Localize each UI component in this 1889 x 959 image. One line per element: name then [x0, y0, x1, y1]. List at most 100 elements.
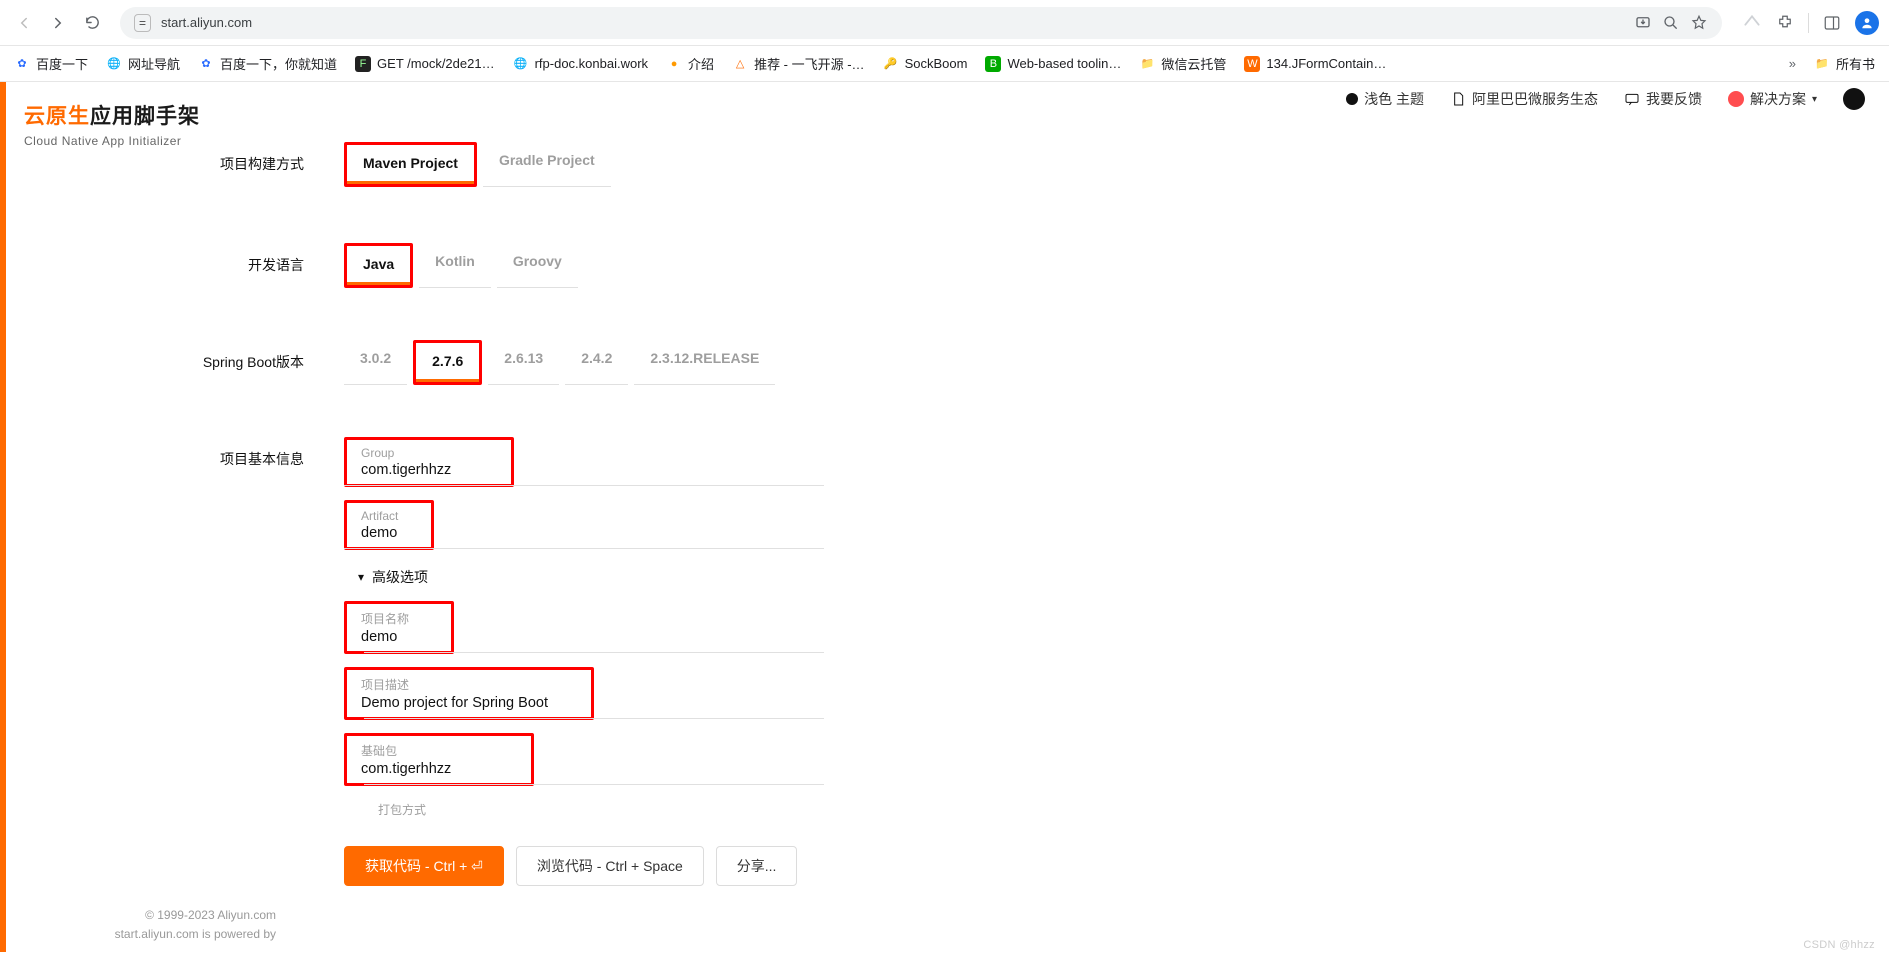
page: 云原生应用脚手架 Cloud Native App Initializer © …: [0, 82, 1889, 952]
toolbar-divider: [1808, 13, 1809, 33]
box-icon: W: [1244, 56, 1260, 72]
footer-note: © 1999-2023 Aliyun.com start.aliyun.com …: [24, 906, 276, 944]
bookmark-item[interactable]: △推荐 - 一飞开源 -…: [732, 54, 865, 73]
site-settings-icon[interactable]: =: [134, 14, 151, 32]
brand-title: 云原生应用脚手架: [24, 100, 276, 130]
bookmark-item[interactable]: ✿百度一下，你就知道: [198, 54, 337, 73]
input-underline: [364, 718, 824, 719]
tab-gradle[interactable]: Gradle Project: [483, 142, 611, 187]
key-icon: 🔑: [883, 56, 899, 72]
label-build: 项目构建方式: [184, 142, 304, 174]
tab-kotlin[interactable]: Kotlin: [419, 243, 491, 288]
omnibox-actions: [1634, 14, 1712, 32]
input-project-desc[interactable]: 项目描述 Demo project for Spring Boot: [347, 670, 591, 717]
theme-toggle[interactable]: 浅色 主题: [1346, 89, 1424, 109]
bookmark-item[interactable]: 📁微信云托管: [1139, 54, 1226, 73]
toolbar-right: [1736, 11, 1879, 35]
bookmarks-overflow-icon[interactable]: »: [1789, 56, 1796, 71]
paw-icon: ✿: [14, 56, 30, 72]
github-icon[interactable]: [1843, 88, 1865, 110]
bookmark-item[interactable]: BWeb-based toolin…: [985, 56, 1121, 72]
address-bar[interactable]: = start.aliyun.com: [120, 7, 1722, 39]
copyright-text: © 1999-2023 Aliyun.com: [24, 906, 276, 925]
tab-sb-2613[interactable]: 2.6.13: [488, 340, 559, 385]
label-language: 开发语言: [184, 243, 304, 275]
extensions-icon[interactable]: [1776, 14, 1794, 32]
file-icon: [1450, 91, 1466, 107]
folder-icon: 📁: [1139, 56, 1155, 72]
globe-icon: 🌐: [513, 56, 529, 72]
triangle-icon: △: [732, 56, 748, 72]
install-app-icon[interactable]: [1634, 14, 1652, 32]
highlight-project-name: 项目名称 demo: [344, 601, 454, 654]
input-base-pkg[interactable]: 基础包 com.tigerhhzz: [347, 736, 531, 783]
form: 项目构建方式 Maven Project Gradle Project 开发语言…: [324, 82, 1184, 890]
input-project-name[interactable]: 项目名称 demo: [347, 604, 451, 651]
vpn-icon[interactable]: [1742, 13, 1762, 33]
bookmark-item[interactable]: FGET /mock/2de21…: [355, 56, 495, 72]
tab-sb-2312[interactable]: 2.3.12.RELEASE: [634, 340, 775, 385]
input-underline: [344, 548, 824, 549]
input-group[interactable]: Group com.tigerhhzz: [347, 440, 511, 484]
button-bar: 获取代码 - Ctrl + ⏎ 浏览代码 - Ctrl + Space 分享..…: [344, 846, 797, 886]
bookmarks-bar: ✿百度一下 🌐网址导航 ✿百度一下，你就知道 FGET /mock/2de21……: [0, 46, 1889, 82]
tab-groovy[interactable]: Groovy: [497, 243, 578, 288]
chat-icon: [1624, 91, 1640, 107]
input-underline: [364, 784, 824, 785]
tab-sb-302[interactable]: 3.0.2: [344, 340, 407, 385]
b-icon: B: [985, 56, 1001, 72]
all-bookmarks[interactable]: 📁所有书: [1814, 54, 1875, 73]
tab-sb-276[interactable]: 2.7.6: [416, 343, 479, 382]
bookmark-star-icon[interactable]: [1690, 14, 1708, 32]
highlight-java: Java: [344, 243, 413, 288]
input-packaging[interactable]: 打包方式: [364, 795, 824, 820]
browser-toolbar: = start.aliyun.com: [0, 0, 1889, 46]
input-artifact[interactable]: Artifact demo: [347, 503, 431, 547]
get-code-button[interactable]: 获取代码 - Ctrl + ⏎: [344, 846, 504, 886]
url-text: start.aliyun.com: [161, 15, 252, 30]
bookmark-item[interactable]: ●介绍: [666, 54, 714, 73]
bookmark-item[interactable]: 🌐网址导航: [106, 54, 180, 73]
highlight-group: Group com.tigerhhzz: [344, 437, 514, 487]
nav-feedback[interactable]: 我要反馈: [1624, 89, 1702, 109]
input-underline: [364, 652, 824, 653]
bookmark-item[interactable]: ✿百度一下: [14, 54, 88, 73]
highlight-project-desc: 项目描述 Demo project for Spring Boot: [344, 667, 594, 720]
browse-code-button[interactable]: 浏览代码 - Ctrl + Space: [516, 846, 704, 886]
top-nav: 浅色 主题 阿里巴巴微服务生态 我要反馈 解决方案▾: [1346, 88, 1865, 110]
highlight-maven: Maven Project: [344, 142, 477, 187]
bookmark-item[interactable]: W134.JFormContain…: [1244, 56, 1386, 72]
tab-maven[interactable]: Maven Project: [347, 145, 474, 184]
leaf-icon: ●: [666, 56, 682, 72]
watermark: CSDN @hhzz: [1803, 939, 1875, 951]
advanced-toggle[interactable]: ▾ 高级选项: [344, 553, 442, 601]
input-underline: [344, 485, 824, 486]
forward-button[interactable]: [44, 9, 72, 37]
bookmark-item[interactable]: 🔑SockBoom: [883, 56, 968, 72]
highlight-276: 2.7.6: [413, 340, 482, 385]
theme-dot-icon: [1346, 93, 1358, 105]
side-panel-icon[interactable]: [1823, 14, 1841, 32]
reload-button[interactable]: [78, 9, 106, 37]
nav-solution[interactable]: 解决方案▾: [1728, 89, 1817, 109]
nav-eco[interactable]: 阿里巴巴微服务生态: [1450, 89, 1598, 109]
label-spring: Spring Boot版本: [184, 340, 304, 372]
chevron-down-icon: ▾: [1812, 94, 1817, 105]
folder-icon: 📁: [1814, 56, 1830, 72]
bookmark-item[interactable]: 🌐rfp-doc.konbai.work: [513, 56, 648, 72]
badge-icon: [1728, 91, 1744, 107]
share-button[interactable]: 分享...: [716, 846, 798, 886]
globe-icon: 🌐: [106, 56, 122, 72]
powered-by-text: start.aliyun.com is powered by: [24, 925, 276, 944]
label-info: 项目基本信息: [184, 437, 304, 469]
chevron-down-icon: ▾: [358, 570, 364, 584]
zoom-icon[interactable]: [1662, 14, 1680, 32]
back-button[interactable]: [10, 9, 38, 37]
profile-avatar[interactable]: [1855, 11, 1879, 35]
main: 浅色 主题 阿里巴巴微服务生态 我要反馈 解决方案▾ 项目构建方式 Maven …: [300, 82, 1889, 952]
tab-sb-242[interactable]: 2.4.2: [565, 340, 628, 385]
tab-java[interactable]: Java: [347, 246, 410, 285]
sidebar: 云原生应用脚手架 Cloud Native App Initializer © …: [0, 82, 300, 952]
paw-icon: ✿: [198, 56, 214, 72]
box-icon: F: [355, 56, 371, 72]
